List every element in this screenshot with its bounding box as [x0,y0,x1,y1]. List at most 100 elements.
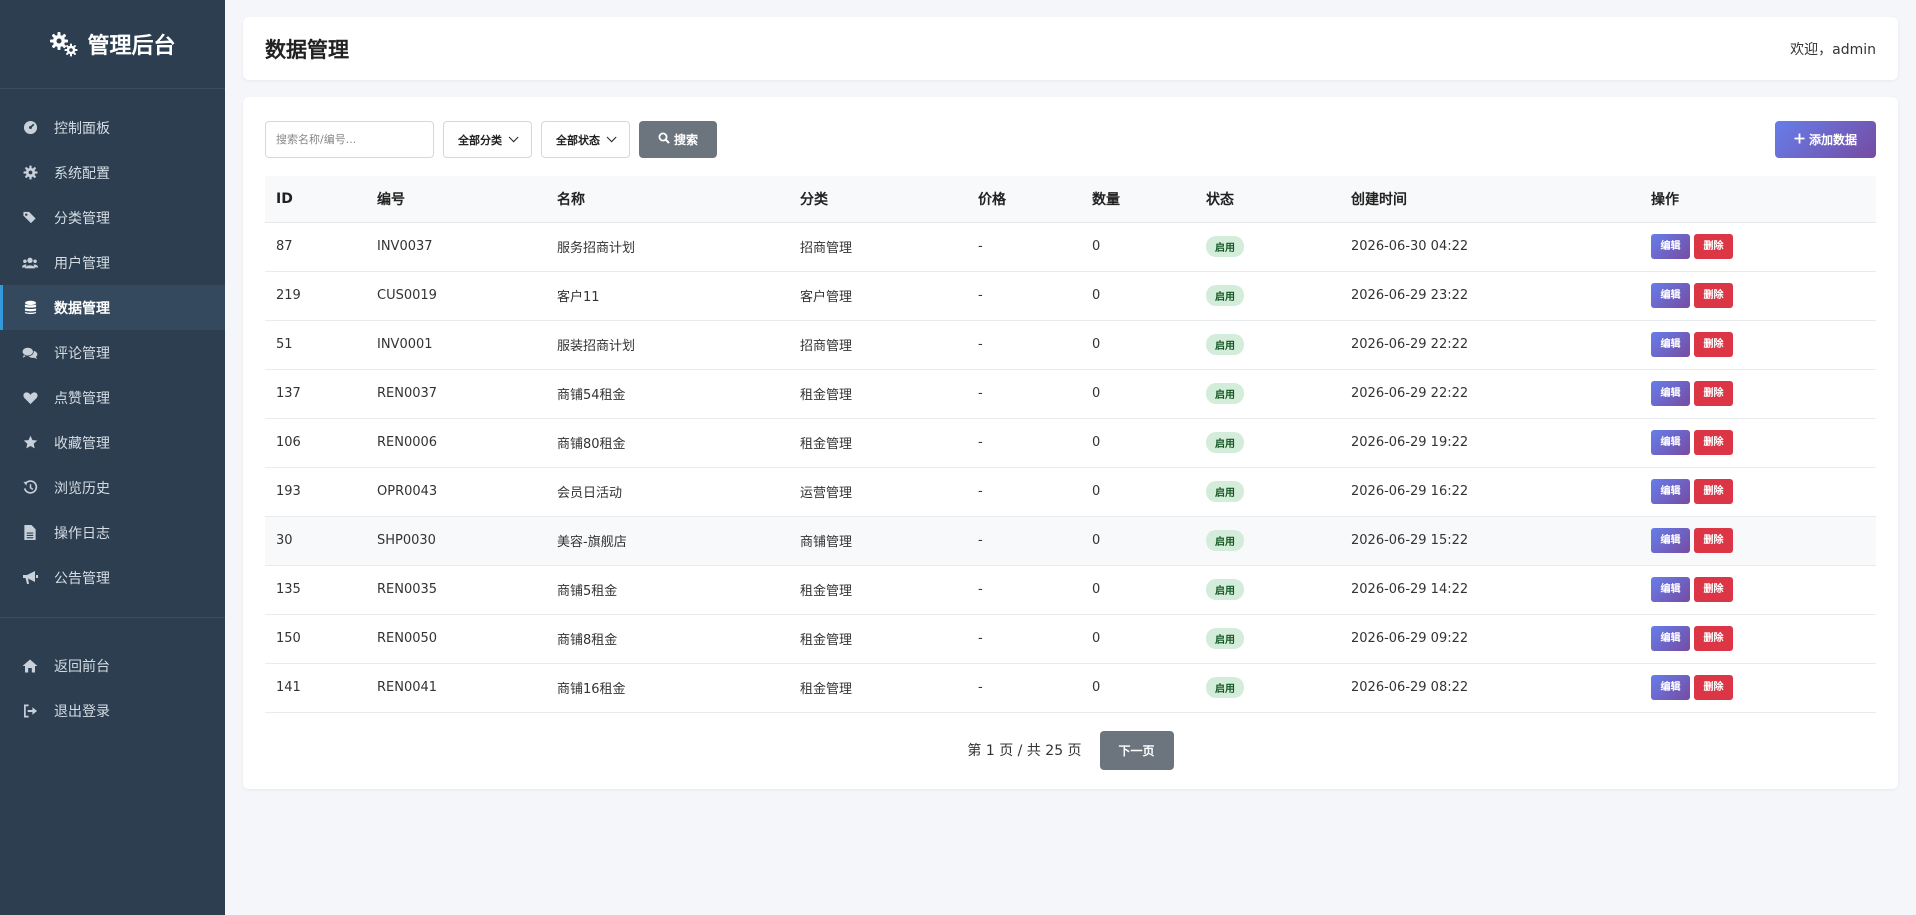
cell-code: REN0006 [366,418,546,468]
file-icon [22,525,38,541]
edit-button[interactable]: 编辑 [1651,234,1690,259]
cell-status: 启用 [1195,467,1340,517]
sidebar-item-back-home[interactable]: 返回前台 [0,643,225,688]
sidebar-item-label: 系统配置 [54,165,110,182]
column-header: 价格 [967,176,1081,223]
sidebar-item-history[interactable]: 浏览历史 [0,465,225,510]
cell-name: 商铺16租金 [546,663,789,713]
sidebar-item-label: 点赞管理 [54,390,110,407]
delete-button[interactable]: 删除 [1694,430,1733,455]
status-badge: 启用 [1206,628,1244,649]
column-header: 操作 [1640,176,1876,223]
comments-icon [22,345,38,361]
cell-id: 87 [265,222,366,272]
cell-qty: 0 [1081,320,1195,370]
sidebar-item-data[interactable]: 数据管理 [0,285,225,330]
cell-created: 2026-06-29 08:22 [1340,663,1640,713]
cell-created: 2026-06-29 19:22 [1340,418,1640,468]
column-header: 状态 [1195,176,1340,223]
cell-code: INV0037 [366,222,546,272]
table-row: 51 INV0001 服装招商计划 招商管理 -0 启用 2026-06-29 22:22 编… [265,320,1876,370]
cell-price: - [967,369,1081,419]
cell-actions: 编辑 删除 [1640,565,1876,615]
edit-button[interactable]: 编辑 [1651,381,1690,406]
edit-button[interactable]: 编辑 [1651,577,1690,602]
delete-button[interactable]: 删除 [1694,479,1733,504]
cell-id: 137 [265,369,366,419]
cell-actions: 编辑 删除 [1640,614,1876,664]
cell-code: CUS0019 [366,271,546,321]
edit-button[interactable]: 编辑 [1651,283,1690,308]
cell-category: 租金管理 [789,369,967,419]
cell-status: 启用 [1195,369,1340,419]
edit-button[interactable]: 编辑 [1651,528,1690,553]
cell-qty: 0 [1081,418,1195,468]
cell-actions: 编辑 删除 [1640,418,1876,468]
cell-name: 客户11 [546,271,789,321]
edit-button[interactable]: 编辑 [1651,430,1690,455]
cell-status: 启用 [1195,320,1340,370]
bullhorn-icon [22,570,38,586]
cell-id: 141 [265,663,366,713]
table-row: 150 REN0050 商铺8租金 租金管理 -0 启用 2026-06-29 09:22 编… [265,614,1876,664]
cell-actions: 编辑 删除 [1640,320,1876,370]
edit-button[interactable]: 编辑 [1651,675,1690,700]
cell-actions: 编辑 删除 [1640,467,1876,517]
sidebar-item-likes[interactable]: 点赞管理 [0,375,225,420]
sidebar-item-logout[interactable]: 退出登录 [0,688,225,733]
delete-button[interactable]: 删除 [1694,234,1733,259]
sidebar-item-categories[interactable]: 分类管理 [0,195,225,240]
sidebar-item-users[interactable]: 用户管理 [0,240,225,285]
delete-button[interactable]: 删除 [1694,675,1733,700]
brand: 管理后台 [0,0,225,89]
sidebar-item-system-config[interactable]: 系统配置 [0,150,225,195]
add-data-button[interactable]: 添加数据 [1775,121,1876,158]
cell-actions: 编辑 删除 [1640,222,1876,272]
gear-icon [22,165,38,181]
cell-id: 135 [265,565,366,615]
history-icon [22,480,38,496]
table-row: 135 REN0035 商铺5租金 租金管理 -0 启用 2026-06-29 14:22 编… [265,565,1876,615]
sidebar-divider [0,617,225,618]
sidebar-item-label: 退出登录 [54,703,110,720]
edit-button[interactable]: 编辑 [1651,626,1690,651]
delete-button[interactable]: 删除 [1694,577,1733,602]
cell-price: - [967,663,1081,713]
sidebar-item-announcements[interactable]: 公告管理 [0,555,225,600]
cell-qty: 0 [1081,565,1195,615]
cell-created: 2026-06-29 16:22 [1340,467,1640,517]
edit-button[interactable]: 编辑 [1651,479,1690,504]
cell-qty: 0 [1081,516,1195,566]
next-page-button[interactable]: 下一页 [1099,730,1174,770]
data-panel: 全部分类 全部状态 搜索 添加数据 ID 编号 [243,97,1898,789]
cell-code: REN0035 [366,565,546,615]
cell-qty: 0 [1081,663,1195,713]
category-select[interactable]: 全部分类 [443,121,532,158]
delete-button[interactable]: 删除 [1694,332,1733,357]
cell-actions: 编辑 删除 [1640,663,1876,713]
sidebar-nav: 控制面板 系统配置 分类管理 用户管理 数据管理 评论管理 点赞管理 收藏管理 … [0,89,225,733]
cell-actions: 编辑 删除 [1640,369,1876,419]
cell-qty: 0 [1081,614,1195,664]
search-input[interactable] [265,121,434,158]
status-select-value: 全部状态 [556,133,600,147]
edit-button[interactable]: 编辑 [1651,332,1690,357]
delete-button[interactable]: 删除 [1694,381,1733,406]
cell-code: REN0037 [366,369,546,419]
delete-button[interactable]: 删除 [1694,626,1733,651]
table-row: 87 INV0037 服务招商计划 招商管理 -0 启用 2026-06-30 04:22 编… [265,222,1876,272]
status-badge: 启用 [1206,334,1244,355]
cell-name: 会员日活动 [546,467,789,517]
delete-button[interactable]: 删除 [1694,528,1733,553]
cell-category: 招商管理 [789,222,967,272]
delete-button[interactable]: 删除 [1694,283,1733,308]
sidebar-item-favorites[interactable]: 收藏管理 [0,420,225,465]
cell-status: 启用 [1195,663,1340,713]
search-button[interactable]: 搜索 [639,121,717,158]
sidebar-item-dashboard[interactable]: 控制面板 [0,105,225,150]
table-row: 137 REN0037 商铺54租金 租金管理 -0 启用 2026-06-29 22:22… [265,369,1876,419]
status-select[interactable]: 全部状态 [541,121,630,158]
sidebar-item-logs[interactable]: 操作日志 [0,510,225,555]
column-header: 分类 [789,176,967,223]
sidebar-item-comments[interactable]: 评论管理 [0,330,225,375]
